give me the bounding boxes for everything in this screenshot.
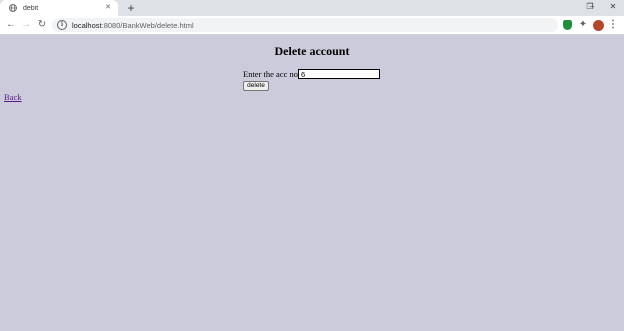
browser-toolbar: ← → ↻ i localhost:8080/BankWeb/delete.ht… <box>0 16 624 35</box>
tab-strip: debit ✕ + – ❐ ✕ <box>0 0 624 16</box>
plus-icon[interactable]: + <box>124 1 138 15</box>
info-icon[interactable]: i <box>57 20 67 30</box>
reload-icon[interactable]: ↻ <box>35 18 49 32</box>
acc-no-label: Enter the acc no. <box>243 69 301 79</box>
close-icon[interactable]: ✕ <box>103 3 113 13</box>
window-close-icon[interactable]: ✕ <box>603 0 623 16</box>
shield-icon[interactable] <box>563 20 572 30</box>
url-text: localhost:8080/BankWeb/delete.html <box>72 21 194 30</box>
page-content: Delete account Enter the acc no. delete … <box>0 35 624 331</box>
delete-button[interactable]: delete <box>243 81 269 91</box>
tab-title: debit <box>23 4 39 12</box>
arrow-right-icon[interactable]: → <box>19 18 33 32</box>
url-host: localhost <box>72 20 102 30</box>
arrow-left-icon[interactable]: ← <box>4 18 18 32</box>
kebab-menu-icon[interactable]: ⋮ <box>607 19 619 31</box>
restore-icon[interactable]: ❐ <box>580 0 600 16</box>
page-title: Delete account <box>274 44 350 58</box>
back-link[interactable]: Back <box>4 92 21 102</box>
acc-no-input[interactable] <box>298 69 380 79</box>
globe-icon <box>9 4 17 12</box>
avatar-icon[interactable] <box>593 19 604 31</box>
address-bar[interactable]: i localhost:8080/BankWeb/delete.html ☆ <box>52 18 603 32</box>
url-path: :8080/BankWeb/delete.html <box>101 20 194 30</box>
puzzle-icon[interactable]: ✦ <box>577 19 589 31</box>
browser-tab[interactable]: debit ✕ <box>0 0 118 16</box>
